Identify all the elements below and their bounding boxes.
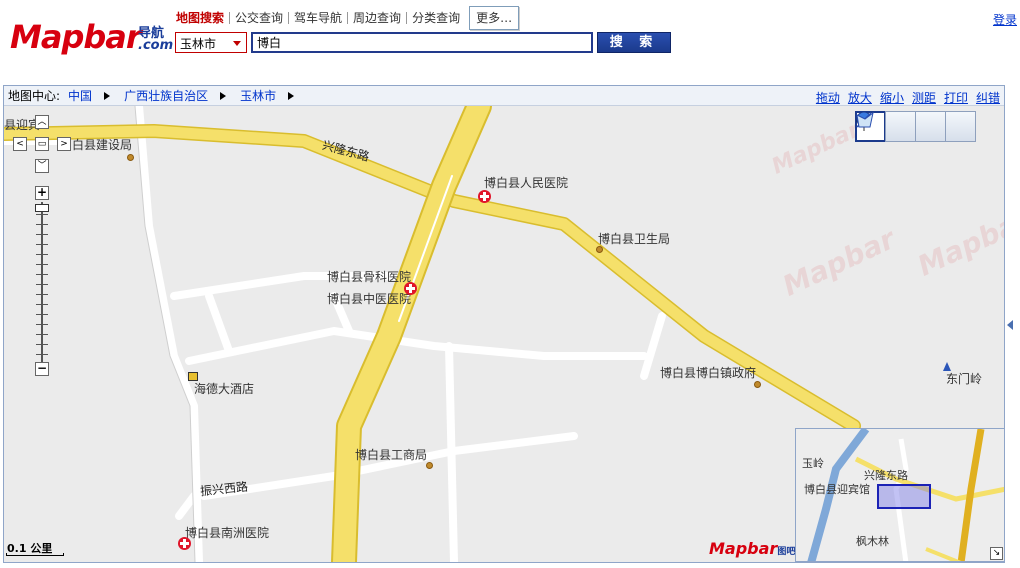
tool-measure[interactable]: 测距 [912,89,936,106]
zoom-tick[interactable] [36,354,48,355]
pan-down-button[interactable]: ﹀ [35,159,49,173]
nav-map-search[interactable]: 地图搜索 [174,12,229,24]
crumb-china[interactable]: 中国 [68,87,92,104]
nav-driving[interactable]: 驾车导航 [288,12,347,24]
login-link[interactable]: 登录 [993,11,1017,28]
zoom-tick[interactable] [36,284,48,285]
zoom-tick[interactable] [36,234,48,235]
map-info-bar: 地图中心: 中国 广西壮族自治区 玉林市 拖动 放大 缩小 测距 打印 纠错 [4,86,1004,106]
triangle-right-icon [104,91,111,100]
map-canvas[interactable]: Mapbar Mapbar Mapbar 兴隆东路 振兴西路 县迎宾 白县建设局… [4,106,1004,562]
search-button[interactable]: 搜 索 [597,32,671,53]
triangle-right-icon [288,91,295,100]
map-tool-icons [855,111,976,142]
hotel-icon[interactable] [188,372,198,381]
zoom-tick[interactable] [36,334,48,335]
pan-reset-button[interactable]: ▭ [35,137,49,151]
nav-nearby[interactable]: 周边查询 [347,12,406,24]
overview-label-yuling: 玉岭 [802,457,824,470]
zoom-out-button[interactable]: − [35,362,49,376]
zoom-tick[interactable] [36,294,48,295]
pan-right-button[interactable]: > [57,137,71,151]
poi-dongmenling[interactable]: 东门岭 [946,370,982,387]
tool-drag[interactable]: 拖动 [816,89,840,106]
mapbar-logo[interactable]: Mapbar 导航 .com [10,18,174,58]
map-frame: 地图中心: 中国 广西壮族自治区 玉林市 拖动 放大 缩小 测距 打印 纠错 M… [3,85,1005,563]
brand-text: Mapbar [709,539,778,558]
nav-category[interactable]: 分类查询 [406,12,465,24]
line-draw-icon[interactable] [856,111,946,142]
marker-pin-icon[interactable] [856,111,916,142]
tool-report-error[interactable]: 纠错 [976,89,1000,106]
crumb-guangxi[interactable]: 广西壮族自治区 [124,87,208,104]
zoom-slider-handle[interactable] [35,204,49,212]
poi-health-bureau[interactable]: 博白县卫生局 [598,230,670,247]
poi-jianshe-bureau[interactable]: 白县建设局 [72,136,132,153]
nav-bus-query[interactable]: 公交查询 [229,12,288,24]
poi-marker-dot[interactable] [754,381,761,388]
overview-label-xinglong: 兴隆东路 [864,469,908,482]
zoom-tick[interactable] [36,314,48,315]
tool-zoom-in[interactable]: 放大 [848,89,872,106]
poi-commerce-bureau[interactable]: 博白县工商局 [355,446,427,463]
poi-marker-dot[interactable] [127,154,134,161]
zoom-tick[interactable] [36,214,48,215]
zoom-tick[interactable] [36,244,48,245]
zoom-tick[interactable] [36,254,48,255]
zoom-in-button[interactable]: + [35,186,49,200]
map-tool-links: 拖动 放大 缩小 测距 打印 纠错 [816,89,1000,106]
poi-marker-dot[interactable] [426,462,433,469]
overview-map[interactable]: 玉岭 兴隆东路 博白县迎宾馆 枫木林 ↘ [795,428,1004,562]
chevron-down-icon [233,41,241,46]
city-select[interactable]: 玉林市 [175,32,247,53]
poi-hotel[interactable]: 海德大酒店 [194,380,254,397]
overview-label-guesthouse: 博白县迎宾馆 [804,483,870,496]
expand-sidebar-arrow-icon[interactable] [1007,320,1013,330]
poi-town-government[interactable]: 博白县博白镇政府 [660,364,756,381]
zoom-track[interactable] [41,202,43,362]
hospital-icon[interactable] [478,190,491,203]
zoom-tick[interactable] [36,304,48,305]
triangle-right-icon [220,91,227,100]
logo-domain: .com [138,38,174,53]
poi-tcm-hospital[interactable]: 博白县中医医院 [327,290,411,307]
overview-viewport[interactable] [877,484,931,509]
poi-marker-dot[interactable] [596,246,603,253]
polygon-draw-icon[interactable] [856,111,976,142]
scale-bar [6,553,64,556]
tool-zoom-out[interactable]: 缩小 [880,89,904,106]
tool-print[interactable]: 打印 [944,89,968,106]
zoom-tick[interactable] [36,324,48,325]
poi-bone-hospital[interactable]: 博白县骨科医院 [327,268,411,285]
nav-more-button[interactable]: 更多… [469,6,520,30]
top-nav: 地图搜索 公交查询 驾车导航 周边查询 分类查询 更多… [174,6,520,30]
poi-people-hospital[interactable]: 博白县人民医院 [484,174,568,191]
pan-up-button[interactable]: ︿ [35,115,49,129]
zoom-tick[interactable] [36,274,48,275]
zoom-tick[interactable] [36,224,48,225]
search-input[interactable] [251,32,593,53]
hospital-icon[interactable] [404,282,417,295]
crumb-yulin[interactable]: 玉林市 [240,87,276,104]
hospital-icon[interactable] [178,537,191,550]
map-center-label: 地图中心: [8,89,61,103]
overview-label-fengmulin: 枫木林 [856,535,889,548]
logo-text: Mapbar [10,18,142,56]
zoom-tick[interactable] [36,344,48,345]
zoom-tick[interactable] [36,264,48,265]
resize-arrow-icon[interactable]: ↘ [990,547,1003,560]
brand-sub: 图吧 [777,547,796,557]
poi-nanzhou-hospital[interactable]: 博白县南洲医院 [185,524,269,541]
city-select-value: 玉林市 [180,37,217,51]
map-brand-logo: Mapbar图吧 [709,539,795,558]
pan-left-button[interactable]: < [13,137,27,151]
